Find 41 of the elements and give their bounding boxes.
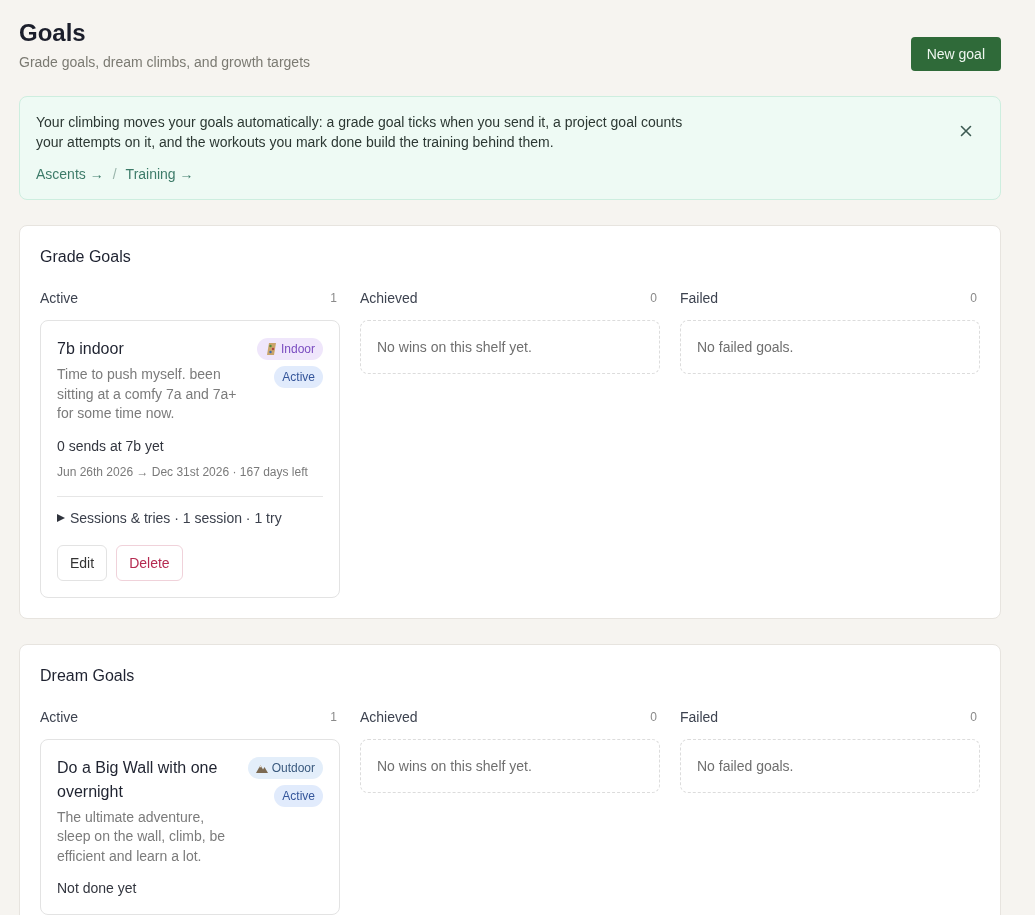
badge-label: Outdoor [271, 760, 315, 775]
column-title: Achieved [360, 290, 418, 306]
section-title: Grade Goals [40, 247, 131, 267]
banner-text: Your climbing moves your goals automatically: a grade goal ticks when you send it, a project goal counts your attempts on it, and the workouts you mark done build the training behind them. [36, 113, 684, 152]
climbing-wall-icon [264, 343, 277, 355]
goal-title: 7b indoor [57, 339, 124, 359]
column-title: Achieved [360, 708, 418, 725]
status-badge: Active [274, 784, 323, 807]
column-title: Active [40, 290, 79, 306]
column-count: 0 [650, 291, 657, 305]
page-title: Goals [19, 18, 86, 48]
delete-button[interactable]: Delete [116, 544, 183, 581]
badge-label: Indoor [280, 342, 315, 356]
section-title: Dream Goals [40, 665, 135, 686]
goal-description: Time to push myself. been sitting at a comfy 7a and 7a+ for some time now. [57, 365, 238, 423]
banner-link[interactable]: Ascents → [36, 164, 104, 184]
column-title: Failed [680, 290, 719, 306]
page-subtitle: Grade goals, dream climbs, and growth targets [19, 53, 311, 72]
goal-summary: 0 sends at 7b yet [57, 436, 164, 456]
column-count: 1 [330, 709, 337, 724]
column-count: 1 [330, 291, 337, 305]
empty-state: No wins on this shelf yet. [360, 320, 660, 374]
banner-link[interactable]: Training → [125, 164, 194, 184]
new-goal-button[interactable]: New goal [910, 37, 1001, 71]
goal-dates: Jun 26th 2026 → Dec 31st 2026 · 167 days left [57, 463, 308, 480]
column-title: Failed [680, 708, 719, 725]
column-title: Active [40, 708, 79, 725]
status-badge: Active [274, 366, 323, 388]
empty-state: No wins on this shelf yet. [360, 738, 660, 793]
goal-summary: Not done yet [57, 879, 137, 898]
edit-button[interactable]: Edit [57, 544, 108, 581]
link-separator: / [112, 165, 117, 184]
goal-title: Do a Big Wall with one overnight [57, 757, 219, 802]
column-count: 0 [650, 709, 657, 724]
close-icon [960, 125, 972, 137]
column-count: 0 [970, 291, 977, 305]
goal-description: The ultimate adventure, sleep on the wall, climb, be efficient and learn a lot. [57, 807, 227, 866]
empty-state: No failed goals. [680, 320, 980, 374]
empty-state: No failed goals. [680, 738, 980, 793]
column-count: 0 [970, 709, 977, 724]
sessions-toggle[interactable]: Sessions & tries · 1 session · 1 try [57, 507, 282, 528]
